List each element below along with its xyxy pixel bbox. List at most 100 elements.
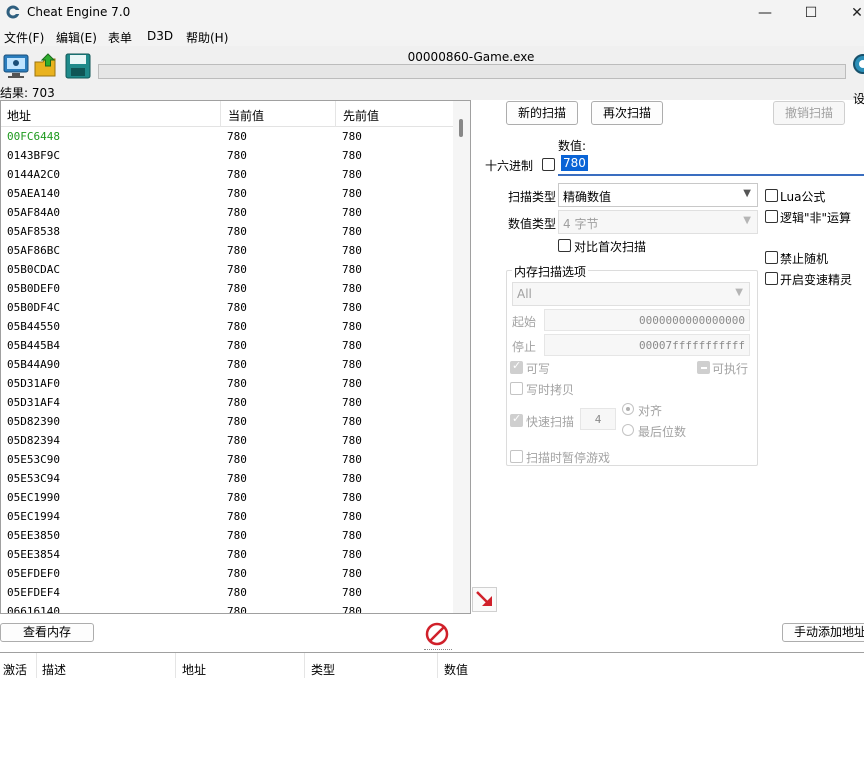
memory-region-select[interactable]: All ▼ (512, 282, 750, 306)
results-list[interactable]: 地址 当前值 先前值 00FC6448 780 780 0143BF9C 780 780 0… (0, 100, 471, 614)
column-divider[interactable] (304, 653, 305, 678)
table-row[interactable]: 05AEA140 780 780 (1, 184, 453, 203)
menu-edit[interactable]: 编辑(E) (56, 29, 97, 46)
cell-address: 05EFDEF4 (7, 586, 60, 599)
table-row[interactable]: 05B0CDAC 780 780 (1, 260, 453, 279)
speedhack-label: 开启变速精灵 (780, 273, 853, 287)
view-memory-button[interactable]: 查看内存 (0, 623, 94, 642)
col-current-value[interactable]: 当前值 (228, 107, 264, 124)
settings-gear-icon[interactable] (851, 50, 864, 86)
clear-list-icon[interactable] (424, 621, 450, 647)
table-row[interactable]: 05AF84A0 780 780 (1, 203, 453, 222)
copy-on-write-checkbox[interactable] (510, 382, 523, 395)
table-row[interactable]: 05EC1994 780 780 (1, 507, 453, 526)
menu-file[interactable]: 文件(F) (4, 29, 44, 46)
column-divider[interactable] (220, 101, 221, 127)
table-row[interactable]: 05EE3850 780 780 (1, 526, 453, 545)
scrollbar-thumb[interactable] (459, 119, 463, 137)
table-row[interactable]: 00FC6448 780 780 (1, 127, 453, 146)
logical-not-checkbox[interactable] (765, 210, 778, 223)
open-process-icon[interactable] (2, 52, 30, 80)
splitter-grip[interactable] (424, 649, 452, 651)
table-row[interactable]: 05B445B4 780 780 (1, 336, 453, 355)
table-row[interactable]: 05B0DEF0 780 780 (1, 279, 453, 298)
close-button[interactable]: ✕ (834, 0, 864, 26)
col-previous-value[interactable]: 先前值 (343, 107, 379, 124)
menu-table[interactable]: 表单 (108, 29, 132, 46)
table-row[interactable]: 0144A2C0 780 780 (1, 165, 453, 184)
cell-address: 05EE3850 (7, 529, 60, 542)
cell-current: 780 (227, 301, 247, 314)
logical-not-label: 逻辑"非"运算 (780, 211, 852, 225)
hex-label: 十六进制 (485, 159, 534, 173)
title-bar: Cheat Engine 7.0 — ☐ ✕ (0, 0, 864, 26)
table-row[interactable]: 05EFDEF0 780 780 (1, 564, 453, 583)
address-list[interactable]: 激活 描述 地址 类型 数值 (0, 652, 864, 763)
compare-first-checkbox[interactable] (558, 239, 571, 252)
minimize-button[interactable]: — (742, 0, 788, 26)
stop-address-field[interactable]: 00007fffffffffff (544, 334, 750, 356)
table-row[interactable]: 05B44550 780 780 (1, 317, 453, 336)
column-divider[interactable] (437, 653, 438, 678)
cell-address: 0143BF9C (7, 149, 60, 162)
col-active[interactable]: 激活 (3, 661, 27, 678)
results-scrollbar[interactable] (453, 101, 470, 613)
col-address[interactable]: 地址 (7, 107, 31, 124)
add-address-button[interactable]: 手动添加地址 (782, 623, 864, 642)
table-row[interactable]: 05AF86BC 780 780 (1, 241, 453, 260)
table-row[interactable]: 05EFDEF4 780 780 (1, 583, 453, 602)
lua-formula-checkbox[interactable] (765, 189, 778, 202)
new-scan-button[interactable]: 新的扫描 (506, 101, 578, 125)
cell-address: 05AEA140 (7, 187, 60, 200)
menu-d3d[interactable]: D3D (147, 29, 173, 43)
cell-current: 780 (227, 130, 247, 143)
column-divider[interactable] (175, 653, 176, 678)
table-row[interactable]: 05D31AF4 780 780 (1, 393, 453, 412)
table-row[interactable]: 05D31AF0 780 780 (1, 374, 453, 393)
cell-address: 05E53C94 (7, 472, 60, 485)
align-radio[interactable] (622, 403, 634, 415)
table-row[interactable]: 05E53C94 780 780 (1, 469, 453, 488)
save-icon[interactable] (64, 52, 92, 80)
table-row[interactable]: 06616140 780 780 (1, 602, 453, 613)
column-divider[interactable] (335, 101, 336, 127)
fast-scan-checkbox[interactable] (510, 412, 523, 427)
last-digits-radio[interactable] (622, 424, 634, 436)
scan-type-select[interactable]: 精确数值 ▼ (558, 183, 758, 207)
value-type-select[interactable]: 4 字节 ▼ (558, 210, 758, 234)
col-value[interactable]: 数值 (444, 661, 468, 678)
value-input[interactable]: 780 (558, 152, 864, 176)
table-row[interactable]: 05EE3854 780 780 (1, 545, 453, 564)
add-to-list-button[interactable] (472, 587, 497, 612)
open-file-icon[interactable] (33, 52, 61, 80)
next-scan-button[interactable]: 再次扫描 (591, 101, 663, 125)
start-address-field[interactable]: 0000000000000000 (544, 309, 750, 331)
col-address[interactable]: 地址 (182, 661, 206, 678)
menu-help[interactable]: 帮助(H) (186, 29, 228, 46)
undo-scan-button[interactable]: 撤销扫描 (773, 101, 845, 125)
table-row[interactable]: 05D82390 780 780 (1, 412, 453, 431)
last-digits-label: 最后位数 (638, 425, 687, 439)
column-divider[interactable] (36, 653, 37, 678)
fast-scan-alignment-field[interactable]: 4 (580, 408, 616, 430)
table-row[interactable]: 05EC1990 780 780 (1, 488, 453, 507)
no-random-checkbox[interactable] (765, 251, 778, 264)
cell-previous: 780 (342, 453, 362, 466)
maximize-button[interactable]: ☐ (788, 0, 834, 26)
hex-checkbox[interactable] (542, 158, 555, 171)
table-row[interactable]: 0143BF9C 780 780 (1, 146, 453, 165)
pause-game-checkbox[interactable] (510, 450, 523, 463)
speedhack-checkbox[interactable] (765, 272, 778, 285)
writable-checkbox[interactable] (510, 359, 523, 374)
col-type[interactable]: 类型 (311, 661, 335, 678)
table-row[interactable]: 05D82394 780 780 (1, 431, 453, 450)
col-description[interactable]: 描述 (42, 661, 66, 678)
table-row[interactable]: 05AF8538 780 780 (1, 222, 453, 241)
chevron-down-icon: ▼ (735, 287, 743, 298)
table-row[interactable]: 05B44A90 780 780 (1, 355, 453, 374)
table-row[interactable]: 05B0DF4C 780 780 (1, 298, 453, 317)
executable-checkbox[interactable] (697, 361, 710, 374)
cell-current: 780 (227, 149, 247, 162)
cell-address: 05B44A90 (7, 358, 60, 371)
table-row[interactable]: 05E53C90 780 780 (1, 450, 453, 469)
